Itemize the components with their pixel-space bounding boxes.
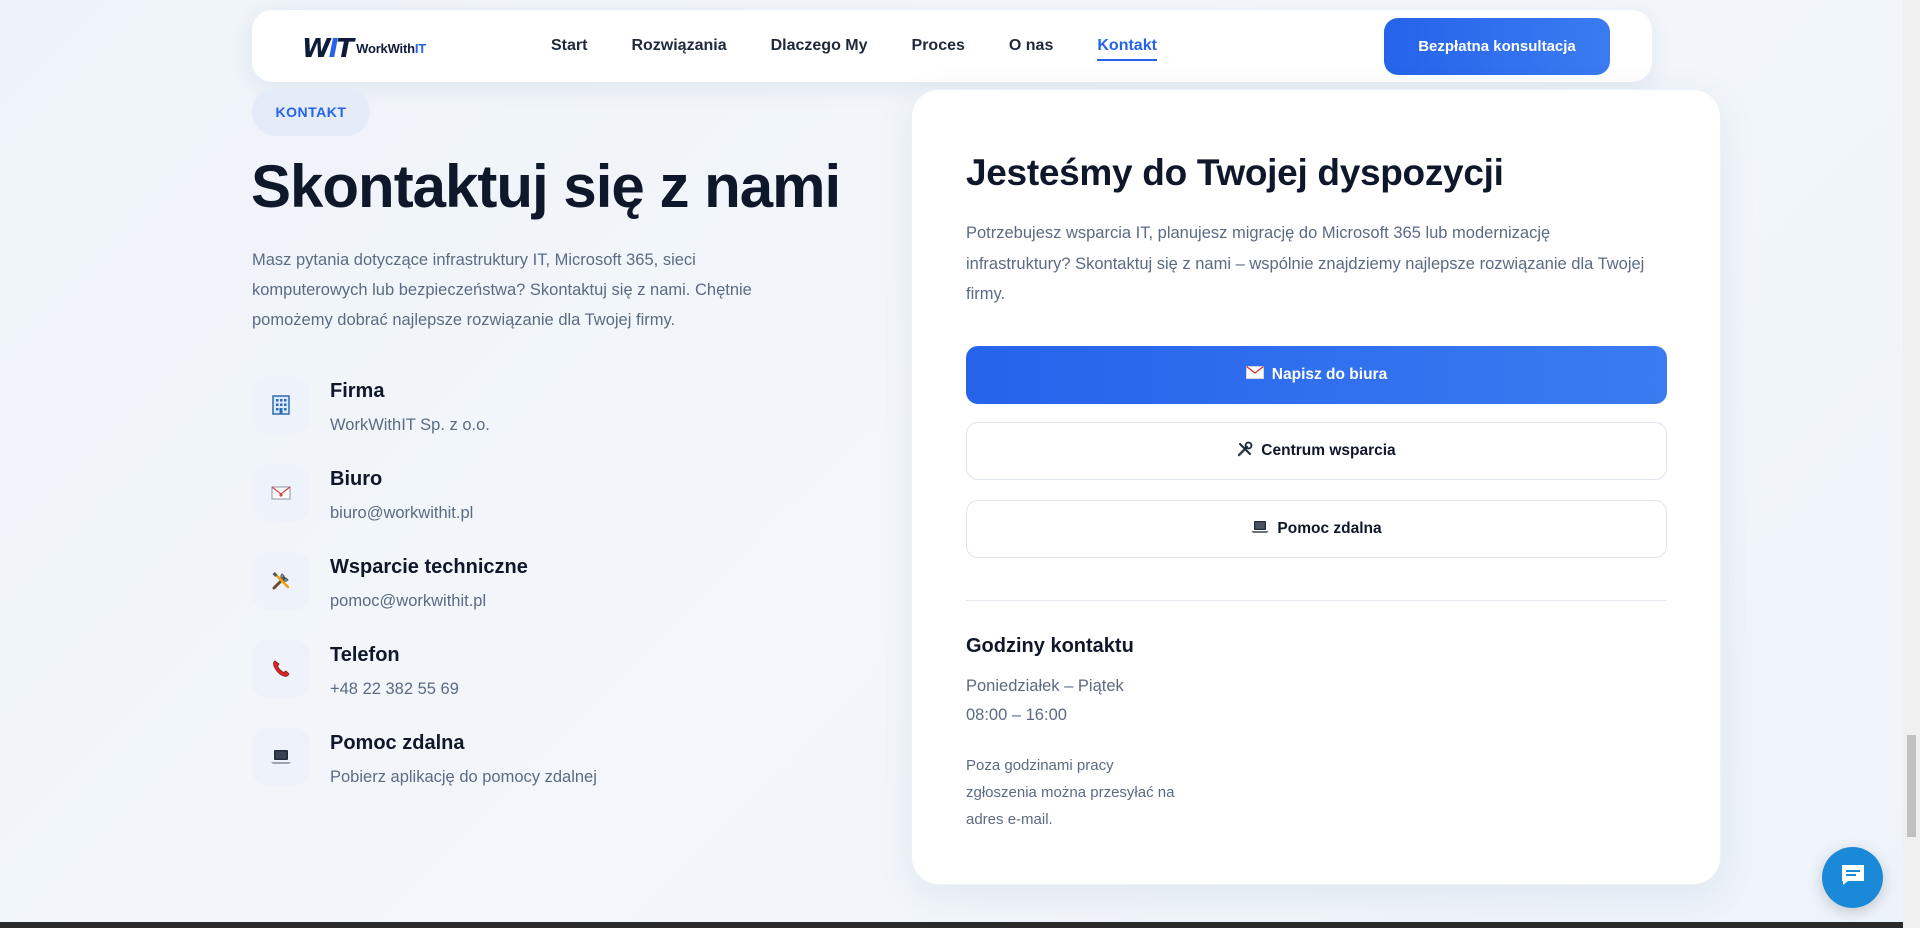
chat-icon bbox=[1839, 862, 1867, 893]
hours-note: Poza godzinami pracy zgłoszenia można pr… bbox=[966, 757, 1175, 828]
logo-mark: WIT bbox=[302, 34, 354, 64]
logo-name: WorkWithIT bbox=[356, 41, 426, 56]
hours-time: 08:00 – 16:00 bbox=[966, 706, 1067, 724]
remote-help-download-link[interactable]: Pobierz aplikację do pomocy zdalnej bbox=[330, 768, 597, 787]
logo[interactable]: WIT WorkWithIT bbox=[302, 34, 426, 64]
nav-kontakt[interactable]: Kontakt bbox=[1097, 31, 1157, 61]
support-center-button[interactable]: Centrum wsparcia bbox=[966, 422, 1667, 480]
phone-icon bbox=[252, 640, 310, 698]
remote-help-button[interactable]: Pomoc zdalna bbox=[966, 500, 1667, 558]
scrollbar-thumb[interactable] bbox=[1907, 735, 1916, 837]
contact-item-telefon: Telefon +48 22 382 55 69 bbox=[252, 636, 752, 706]
write-to-office-button[interactable]: Napisz do biura bbox=[966, 346, 1667, 404]
hours-title: Godziny kontaktu bbox=[966, 635, 1134, 657]
site-header: WIT WorkWithIT Start Rozwiązania Dlaczeg… bbox=[252, 10, 1652, 82]
tools-icon bbox=[252, 552, 310, 610]
main-nav: Start Rozwiązania Dlaczego My Proces O n… bbox=[551, 10, 1201, 82]
contact-label: Pomoc zdalna bbox=[330, 732, 465, 754]
nav-proces[interactable]: Proces bbox=[912, 31, 965, 61]
laptop-icon bbox=[1251, 520, 1269, 539]
nav-o-nas[interactable]: O nas bbox=[1009, 31, 1053, 61]
contact-label: Wsparcie techniczne bbox=[330, 556, 528, 578]
card-description: Potrzebujesz wsparcia IT, planujesz migr… bbox=[966, 224, 1645, 303]
contact-label: Biuro bbox=[330, 468, 383, 490]
free-consultation-button[interactable]: Bezpłatna konsultacja bbox=[1384, 18, 1610, 75]
intro-text: Masz pytania dotyczące infrastruktury IT… bbox=[252, 251, 752, 329]
contact-label: Firma bbox=[330, 380, 385, 402]
laptop-icon bbox=[252, 728, 310, 786]
contact-card: Jesteśmy do Twojej dyspozycji Potrzebuje… bbox=[911, 89, 1721, 885]
phone-link[interactable]: +48 22 382 55 69 bbox=[330, 680, 459, 699]
contact-item-biuro: Biuro biuro@workwithit.pl bbox=[252, 460, 752, 530]
chat-widget-button[interactable] bbox=[1822, 847, 1883, 908]
divider bbox=[966, 600, 1667, 601]
nav-dlaczego-my[interactable]: Dlaczego My bbox=[771, 31, 868, 61]
contact-item-wsparcie: Wsparcie techniczne pomoc@workwithit.pl bbox=[252, 548, 752, 618]
nav-rozwiazania[interactable]: Rozwiązania bbox=[631, 31, 726, 61]
contact-item-firma: Firma WorkWithIT Sp. z o.o. bbox=[252, 372, 752, 442]
page-title: Skontaktuj się z nami bbox=[251, 153, 841, 220]
tools-icon bbox=[1237, 441, 1253, 462]
bottom-strip bbox=[0, 922, 1903, 928]
hours-days: Poniedziałek – Piątek bbox=[966, 677, 1124, 695]
page-scrollbar[interactable] bbox=[1903, 0, 1920, 928]
nav-start[interactable]: Start bbox=[551, 31, 587, 61]
card-title: Jesteśmy do Twojej dyspozycji bbox=[966, 152, 1504, 193]
office-building-icon bbox=[252, 376, 310, 434]
envelope-icon bbox=[1245, 366, 1264, 384]
contact-item-pomoc-zdalna: Pomoc zdalna Pobierz aplikację do pomocy… bbox=[252, 724, 752, 794]
office-email-link[interactable]: biuro@workwithit.pl bbox=[330, 504, 473, 523]
envelope-icon bbox=[252, 464, 310, 522]
contact-value: WorkWithIT Sp. z o.o. bbox=[330, 416, 490, 434]
contact-label: Telefon bbox=[330, 644, 400, 666]
support-email-link[interactable]: pomoc@workwithit.pl bbox=[330, 592, 486, 611]
section-badge: KONTAKT bbox=[252, 88, 370, 136]
